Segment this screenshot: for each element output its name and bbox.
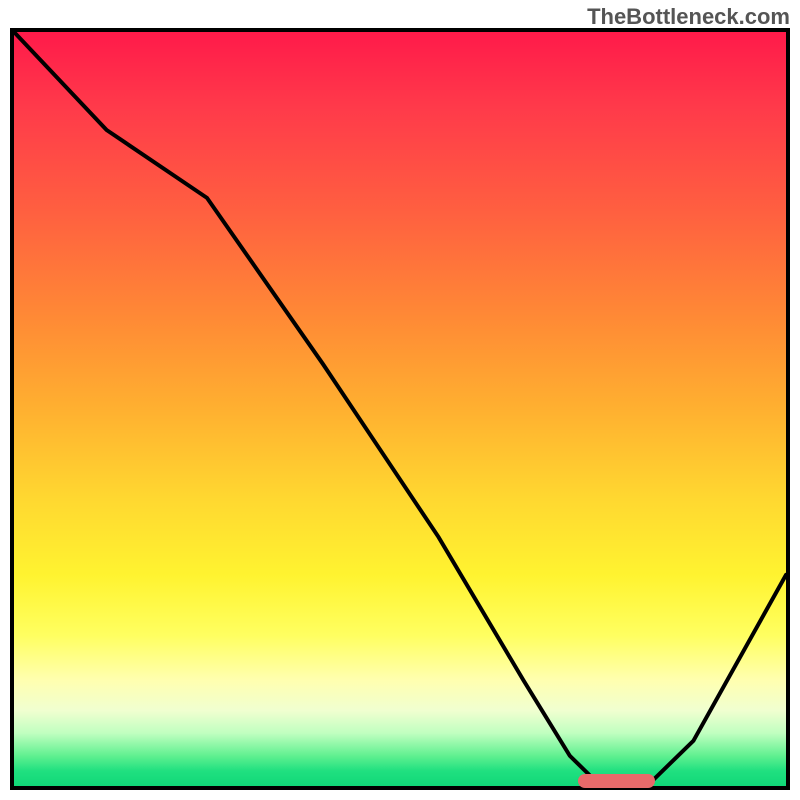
watermark-text: TheBottleneck.com xyxy=(587,4,790,30)
chart-marker xyxy=(578,774,655,788)
chart-frame xyxy=(10,28,790,790)
chart-curve xyxy=(14,32,786,786)
